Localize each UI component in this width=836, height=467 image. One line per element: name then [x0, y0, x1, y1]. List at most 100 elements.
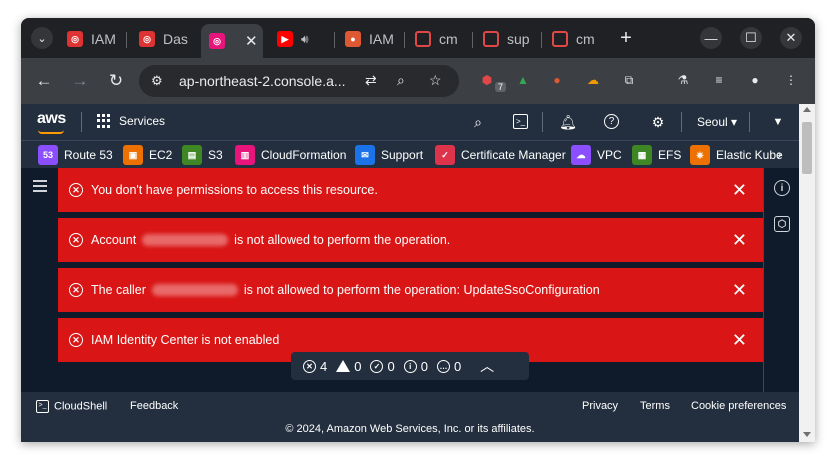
favorite-elastic-kubernetes[interactable]: ⎈ Elastic Kube [690, 145, 783, 165]
aws-outline-icon [483, 31, 499, 47]
help-icon[interactable]: ? [604, 114, 619, 129]
aws-smile-icon [38, 130, 64, 134]
redacted-caller-id [151, 284, 238, 296]
extension-chevron-icon[interactable]: ▲ [513, 70, 533, 90]
dismiss-icon[interactable]: ✕ [732, 281, 747, 299]
page-scrollbar[interactable] [799, 104, 815, 442]
tab-strip: ⌄ ◎ IAM ◎ Das ◎ ✕ ▶ 🔊︎ ● IAM cm sup cm +… [21, 18, 815, 58]
favorite-support[interactable]: ✉ Support [355, 145, 423, 165]
tab-iam-2[interactable]: ● IAM [345, 26, 394, 52]
tab-youtube[interactable]: ▶ 🔊︎ [277, 26, 309, 52]
cookie-preferences-link[interactable]: Cookie preferences [691, 400, 786, 412]
tab-dashboard[interactable]: ◎ Das [139, 26, 188, 52]
minimize-icon[interactable]: — [700, 27, 722, 49]
cloudshell-icon[interactable]: >_ [513, 114, 528, 129]
flash-message-start: The caller [91, 283, 146, 297]
tab-label: Das [163, 31, 188, 47]
copyright-text: © 2024, Amazon Web Services, Inc. or its… [285, 423, 535, 435]
menu-kebab-icon[interactable]: ⋮ [781, 70, 801, 90]
notification-counts-bar[interactable]: ✕ 4 0 ✓ 0 i0 … 0 ︿ [291, 352, 529, 380]
region-selector[interactable]: Seoul ▾ [697, 115, 737, 129]
settings-gear-icon[interactable]: ⚙ [649, 113, 667, 131]
translate-icon[interactable]: ⇄ [365, 72, 377, 89]
dismiss-icon[interactable]: ✕ [732, 231, 747, 249]
address-bar[interactable]: ⚙ ap-northeast-2.console.a... ⇄ ⌕ ☆ [139, 65, 459, 97]
notifications-bell-icon[interactable]: 🔔︎ [559, 113, 577, 131]
favorite-label: S3 [208, 148, 223, 162]
tab-cm[interactable]: cm [415, 26, 458, 52]
s3-icon: ▤ [182, 145, 202, 165]
favorite-ec2[interactable]: ▣ EC2 [123, 145, 172, 165]
error-icon: ✕ [69, 183, 83, 197]
tab-search-chevron-icon[interactable]: ⌄ [31, 27, 53, 49]
dismiss-icon[interactable]: ✕ [732, 181, 747, 199]
expand-chevron-up-icon[interactable]: ︿ [480, 356, 494, 376]
cloudshell-label: CloudShell [54, 400, 108, 413]
new-tab-button[interactable]: + [615, 27, 637, 49]
aws-red-icon: ◎ [139, 31, 155, 47]
close-window-icon[interactable]: ✕ [780, 27, 802, 49]
reload-icon[interactable]: ↻ [105, 70, 127, 92]
media-queue-icon[interactable]: ≡ [709, 70, 729, 90]
aws-logo[interactable]: aws [37, 110, 66, 128]
tab-label: IAM [369, 31, 394, 47]
dismiss-icon[interactable]: ✕ [732, 331, 747, 349]
favorite-certificate-manager[interactable]: ✓ Certificate Manager [435, 145, 566, 165]
favorite-route53[interactable]: 53 Route 53 [38, 145, 113, 165]
tab-iam[interactable]: ◎ IAM [67, 26, 116, 52]
privacy-link[interactable]: Privacy [582, 400, 618, 412]
extensions-puzzle-icon[interactable]: ⧉ [619, 70, 639, 90]
scrollbar-thumb[interactable] [802, 122, 812, 174]
youtube-icon: ▶ [277, 31, 293, 47]
favorite-vpc[interactable]: ☁ VPC [571, 145, 622, 165]
zoom-icon[interactable]: ⌕ [397, 72, 405, 89]
ublock-extension-icon[interactable]: ⬢ [477, 70, 497, 90]
redacted-account-id [142, 234, 229, 246]
maximize-icon[interactable]: ☐ [740, 27, 762, 49]
flash-error: ✕ The caller is not allowed to perform t… [58, 268, 763, 312]
favorite-cloudformation[interactable]: ▥ CloudFormation [235, 145, 346, 165]
forward-icon[interactable]: → [69, 70, 91, 92]
cloud-extension-icon[interactable]: ☁ [583, 70, 603, 90]
browser-toolbar: ← → ↻ ⚙ ap-northeast-2.console.a... ⇄ ⌕ … [21, 58, 815, 104]
favorite-label: VPC [597, 148, 622, 162]
search-icon[interactable]: ⌕ [469, 113, 487, 131]
close-tab-icon[interactable]: ✕ [245, 32, 258, 50]
tab-cm-2[interactable]: cm [552, 26, 595, 52]
scroll-up-arrow-icon[interactable] [803, 107, 811, 112]
back-icon[interactable]: ← [33, 70, 55, 92]
support-icon: ✉ [355, 145, 375, 165]
terms-link[interactable]: Terms [640, 400, 670, 412]
console-footer: >_ CloudShell Feedback Privacy Terms Cook… [21, 392, 799, 442]
profile-icon[interactable]: ● [745, 70, 765, 90]
labs-flask-icon[interactable]: ⚗ [673, 70, 693, 90]
error-icon: ✕ [69, 283, 83, 297]
count-value: 4 [320, 358, 328, 374]
flash-message-end: is not allowed to perform the operation:… [243, 283, 600, 297]
flash-message-start: Account [91, 233, 137, 247]
certificate-manager-icon: ✓ [435, 145, 455, 165]
left-rail [21, 168, 57, 392]
ec2-icon: ▣ [123, 145, 143, 165]
site-info-icon[interactable]: ⚙ [151, 73, 163, 89]
info-panel-icon[interactable]: i [774, 180, 790, 196]
feedback-link[interactable]: Feedback [130, 400, 178, 412]
duckduckgo-extension-icon[interactable]: ● [547, 70, 567, 90]
tab-active[interactable]: ◎ ✕ [201, 24, 263, 58]
hamburger-menu-icon[interactable] [33, 180, 47, 192]
hexagon-panel-icon[interactable]: ⬡ [774, 216, 790, 232]
favorites-scroll-right-icon[interactable]: › [777, 146, 782, 162]
favorite-efs[interactable]: ▦ EFS [632, 145, 681, 165]
bookmark-star-icon[interactable]: ☆ [429, 72, 442, 89]
url-text[interactable]: ap-northeast-2.console.a... [179, 73, 346, 89]
favorite-label: Elastic Kube [716, 148, 783, 162]
account-menu-chevron-icon[interactable]: ▼ [769, 113, 787, 131]
scroll-down-arrow-icon[interactable] [803, 432, 811, 437]
favorite-s3[interactable]: ▤ S3 [182, 145, 223, 165]
right-rail: i ⬡ [763, 168, 799, 392]
cloudshell-link[interactable]: >_ CloudShell [36, 400, 107, 413]
flash-message: IAM Identity Center is not enabled [91, 333, 280, 347]
tab-sup[interactable]: sup [483, 26, 530, 52]
services-menu-button[interactable]: Services [97, 114, 165, 128]
efs-icon: ▦ [632, 145, 652, 165]
